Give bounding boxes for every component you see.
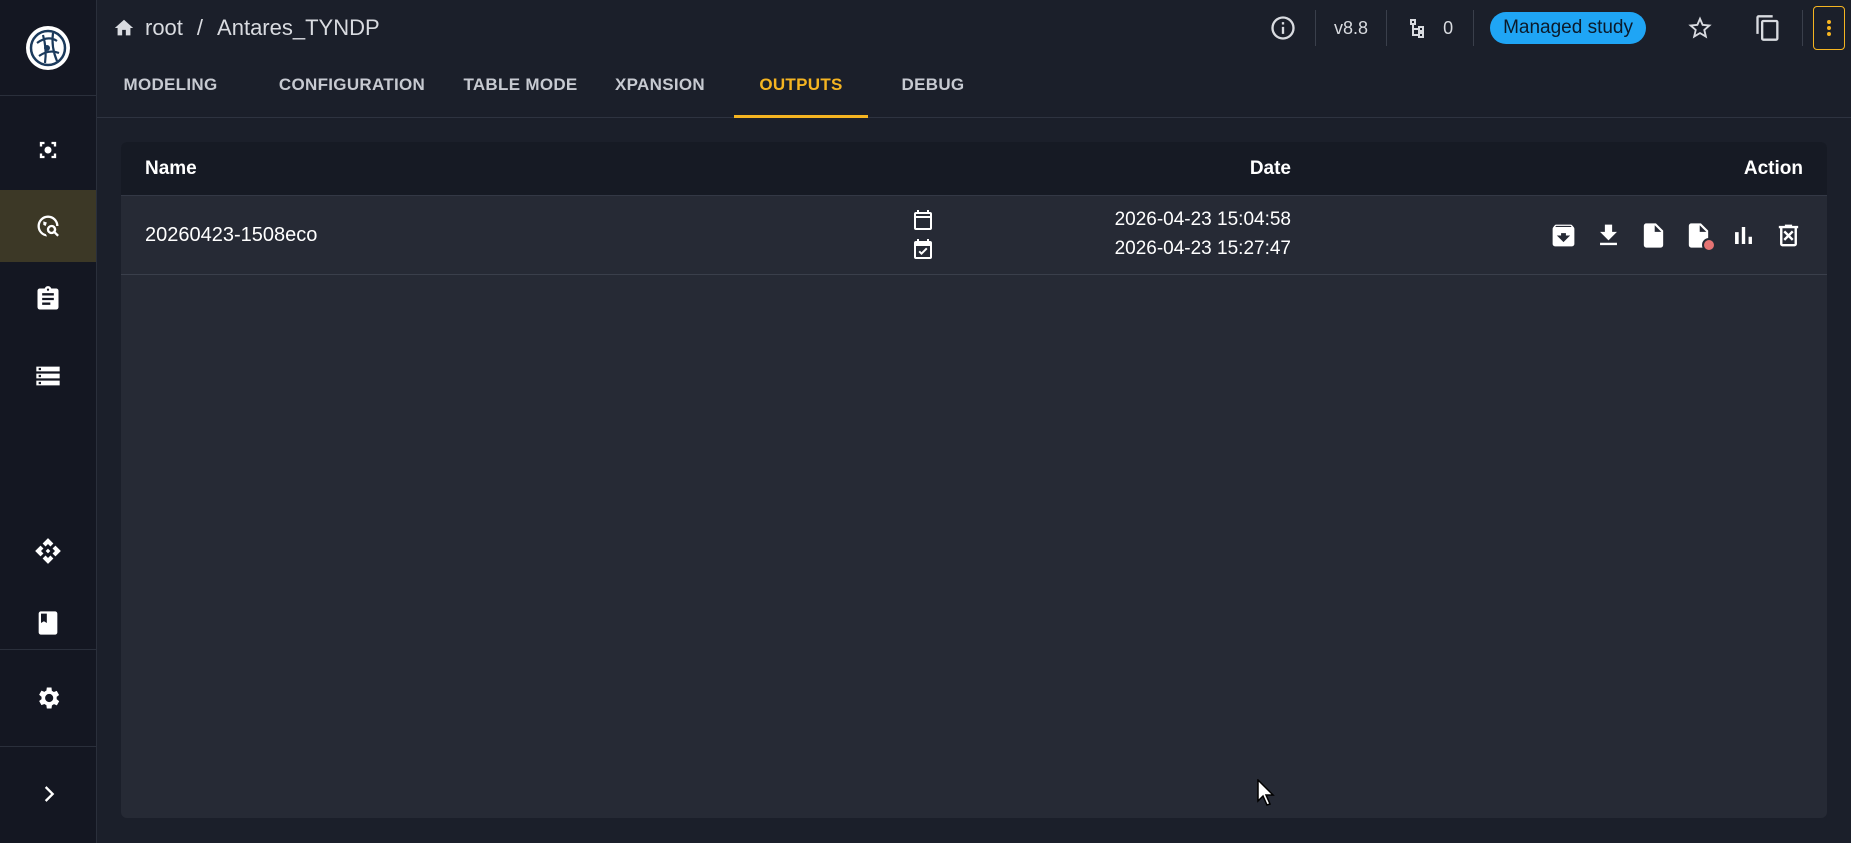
more-menu-wrap [1803, 6, 1851, 50]
table-header: Name Date Action [121, 142, 1827, 196]
header-actions: v8.8 0 Managed study [1251, 0, 1851, 56]
storage-icon [36, 366, 60, 386]
more-vert-icon [1827, 20, 1831, 36]
app: root / Antares_TYNDP v8.8 0 Managed stud… [0, 0, 1851, 843]
sidebar-item-explore[interactable] [0, 114, 96, 186]
tab-debug[interactable]: DEBUG [890, 56, 976, 118]
created-date-text: 2026-04-23 15:04:58 [1114, 209, 1291, 230]
bookmark-icon [38, 611, 58, 635]
column-header-name: Name [145, 158, 197, 179]
archive-icon [1552, 224, 1575, 247]
variants-icon [1410, 19, 1425, 38]
clipboard-icon [37, 286, 59, 310]
row-actions [1549, 196, 1803, 275]
favorite-button[interactable] [1666, 14, 1734, 42]
tab-configuration[interactable]: CONFIGURATION [260, 56, 444, 118]
info-button[interactable] [1251, 14, 1315, 42]
sidebar [0, 0, 97, 843]
breadcrumb: root / Antares_TYNDP [113, 12, 380, 44]
gear-icon [39, 687, 60, 709]
view-file-button[interactable] [1639, 221, 1668, 250]
variants-indicator[interactable]: 0 [1387, 16, 1473, 40]
variants-count: 0 [1443, 17, 1454, 38]
copy-icon [1756, 15, 1779, 41]
archive-button[interactable] [1549, 221, 1578, 250]
sidebar-item-studies[interactable] [0, 190, 96, 262]
sidebar-divider [0, 746, 96, 747]
header: root / Antares_TYNDP v8.8 0 Managed stud… [97, 0, 1851, 56]
tab-xpansion[interactable]: XPANSION [606, 56, 714, 118]
tab-table-mode[interactable]: TABLE MODE [456, 56, 585, 118]
star-icon [1688, 16, 1712, 39]
managed-study-badge: Managed study [1490, 12, 1646, 44]
api-icon [35, 538, 61, 564]
breadcrumb-root[interactable]: root [145, 15, 183, 41]
delete-icon [1778, 224, 1799, 247]
mouse-cursor [1257, 779, 1275, 806]
copy-button[interactable] [1734, 14, 1802, 42]
view-errors-button[interactable] [1684, 221, 1716, 252]
view-results-button[interactable] [1729, 221, 1758, 250]
breadcrumb-separator: / [196, 15, 204, 40]
column-header-date: Date [1249, 158, 1291, 179]
sidebar-item-data[interactable] [0, 340, 96, 412]
download-button[interactable] [1594, 221, 1623, 250]
column-header-action: Action [1743, 158, 1803, 179]
header-divider [1473, 10, 1475, 46]
calendar-icon [914, 210, 932, 230]
home-icon[interactable] [113, 17, 135, 39]
outputs-table: Name Date Action 20260423-1508eco 2026-0… [121, 142, 1827, 818]
completed-date: 2026-04-23 15:27:47 [911, 235, 1291, 263]
chevron-right-icon [44, 786, 55, 802]
completed-date-text: 2026-04-23 15:27:47 [1114, 238, 1291, 259]
version-label: v8.8 [1334, 17, 1369, 38]
table-row: 20260423-1508eco 2026-04-23 15:04:58 202… [121, 196, 1827, 275]
app-logo[interactable] [0, 0, 96, 96]
sidebar-item-settings[interactable] [0, 662, 96, 734]
logo-icon [26, 25, 70, 70]
calendar-check-icon [914, 239, 932, 259]
sidebar-item-api[interactable] [0, 515, 96, 587]
breadcrumb-study: Antares_TYNDP [217, 15, 380, 40]
study-search-icon [37, 215, 59, 237]
explore-icon [39, 141, 57, 159]
tab-modeling[interactable]: MODELING [121, 56, 220, 118]
file-icon [1643, 223, 1664, 248]
download-icon [1600, 224, 1617, 246]
sidebar-expand-button[interactable] [0, 758, 96, 830]
output-name: 20260423-1508eco [145, 224, 318, 246]
tab-outputs[interactable]: OUTPUTS [734, 56, 868, 118]
created-date: 2026-04-23 15:04:58 [911, 206, 1291, 234]
sidebar-divider [0, 649, 96, 650]
study-tabs: MODELING CONFIGURATION TABLE MODE XPANSI… [97, 56, 1851, 118]
bar-chart-icon [1735, 227, 1752, 244]
error-indicator [1702, 238, 1716, 252]
sidebar-item-tasks[interactable] [0, 263, 96, 335]
delete-button[interactable] [1774, 221, 1803, 250]
info-icon [1271, 16, 1295, 40]
more-menu-button[interactable] [1813, 6, 1845, 50]
